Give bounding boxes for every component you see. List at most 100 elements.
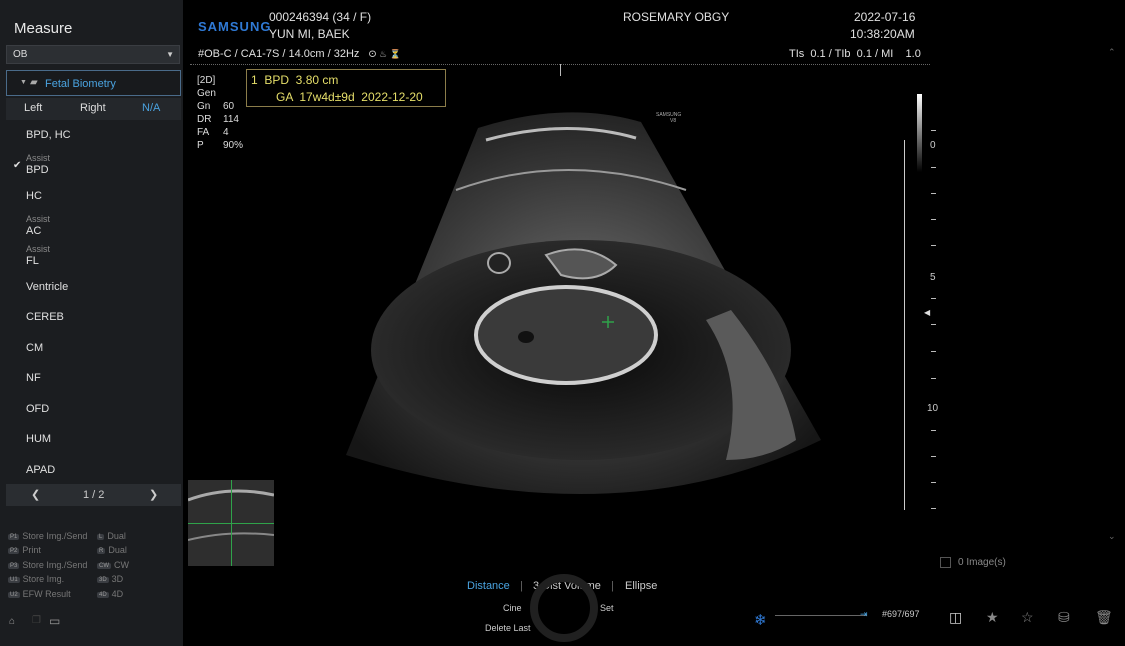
- measure-item-ofd[interactable]: OFD: [26, 403, 49, 415]
- pager: ❮ 1 / 2 ❯: [6, 484, 181, 506]
- fetal-head: [474, 285, 658, 385]
- trash-icon[interactable]: 🗑: [1095, 609, 1113, 626]
- tool-ellipse[interactable]: Ellipse: [625, 580, 657, 592]
- measure-item-hc[interactable]: HC: [26, 190, 42, 202]
- assist-label: Assist: [26, 153, 51, 163]
- institution-name: ROSEMARY OBGY: [623, 10, 730, 24]
- depth-label: 5: [930, 272, 936, 283]
- patient-id: 000246394 (34 / F): [269, 10, 372, 24]
- tool-distance[interactable]: Distance: [467, 580, 510, 592]
- measure-item-bpd-hc[interactable]: BPD, HC: [26, 129, 71, 141]
- patient-name: YUN MI, BAEK: [269, 27, 350, 41]
- side-selector: Left Right N/A: [6, 98, 181, 120]
- panel-title: Measure: [14, 20, 73, 37]
- depth-tick: [931, 167, 936, 168]
- folder-icon: ▰: [30, 77, 38, 88]
- measure-panel: Measure OB ▼ ▼ ▰ Fetal Biometry Left Rig…: [0, 0, 183, 646]
- cine-progress-bar[interactable]: [775, 615, 867, 616]
- depth-tick: [931, 324, 936, 325]
- key-l: L Dual: [97, 531, 126, 541]
- tool-separator: |: [520, 580, 523, 592]
- measure-item-cm[interactable]: CM: [26, 342, 43, 354]
- depth-label: 0: [930, 140, 936, 151]
- key-3d: 3D 3D: [97, 574, 124, 584]
- trackball-indicator: [530, 574, 598, 642]
- key-u1: U1 Store Img.: [8, 574, 65, 584]
- collapse-up-icon[interactable]: ⌃: [1108, 47, 1116, 58]
- measure-item-apad[interactable]: APAD: [26, 464, 55, 476]
- measure-item-ventricle[interactable]: Ventricle: [26, 281, 68, 293]
- key-cw: CW CW: [97, 560, 129, 570]
- category-label: Fetal Biometry: [45, 78, 116, 90]
- category-fetal-biometry[interactable]: ▼ ▰ Fetal Biometry: [6, 70, 181, 96]
- measure-item-fl[interactable]: FL: [26, 255, 39, 267]
- side-right-button[interactable]: Right: [80, 102, 106, 114]
- preset-text: #OB-C / CA1-7S / 14.0cm / 32Hz: [198, 48, 360, 60]
- chevron-down-icon: ▼: [166, 50, 174, 59]
- collapse-down-icon[interactable]: ⌄: [1108, 531, 1116, 542]
- frame-counter: #697/697: [882, 609, 920, 619]
- focus-marker-icon[interactable]: ◀: [924, 308, 930, 317]
- measure-item-bpd[interactable]: BPD: [26, 164, 49, 176]
- key-p2: P2 Print: [8, 545, 41, 555]
- star-list-icon[interactable]: ☆: [1021, 609, 1034, 626]
- measure-item-nf[interactable]: NF: [26, 372, 41, 384]
- side-na-button[interactable]: N/A: [142, 102, 160, 114]
- monitor-icon[interactable]: ▭: [49, 614, 60, 628]
- star-icon[interactable]: ★: [986, 609, 999, 626]
- key-r: R Dual: [97, 545, 127, 555]
- depth-tick: [931, 298, 936, 299]
- status-icons: ⵙ ♨ ⏳: [368, 49, 401, 59]
- thumbnail-crosshair-horizontal: [188, 523, 274, 524]
- dual-layout-icon[interactable]: ◫: [949, 609, 962, 626]
- trackball-set-label[interactable]: Set: [600, 603, 614, 613]
- key-p1: P1 Store Img./Send: [8, 531, 88, 541]
- depth-tick: [931, 219, 936, 220]
- depth-label: 10: [927, 403, 939, 414]
- fetal-limb: [487, 252, 511, 274]
- depth-tick: [931, 130, 936, 131]
- depth-tick: [931, 245, 936, 246]
- image-select-checkbox[interactable]: [940, 557, 951, 568]
- depth-tick: [931, 351, 936, 352]
- thermal-indices: TIs 0.1 / TIb 0.1 / MI 1.0: [789, 48, 921, 60]
- page-indicator: 1 / 2: [83, 489, 105, 501]
- trackball-cine-label[interactable]: Cine: [503, 603, 522, 613]
- chevron-left-icon[interactable]: ❮: [31, 488, 40, 501]
- application-select-value: OB: [13, 49, 28, 60]
- depth-tick: [931, 193, 936, 194]
- depth-tick: [931, 482, 936, 483]
- cine-end-icon: ⇥: [860, 609, 868, 619]
- image-count: 0 Image(s): [958, 557, 1006, 568]
- freeze-snowflake-icon[interactable]: ❄: [754, 611, 767, 629]
- brand-logo: SAMSUNG: [198, 19, 272, 34]
- depth-tick: [931, 508, 936, 509]
- probe-orientation-marker: [560, 64, 561, 76]
- key-4d: 4D 4D: [97, 589, 124, 599]
- reference-thumbnail[interactable]: [188, 480, 274, 566]
- trackball-delete-last-label[interactable]: Delete Last: [485, 623, 531, 633]
- ultrasound-image[interactable]: SAMSUNG V8: [186, 80, 916, 540]
- measure-item-cereb[interactable]: CEREB: [26, 311, 64, 323]
- fetal-structure: [518, 331, 534, 343]
- measure-item-hum[interactable]: HUM: [26, 433, 51, 445]
- duplicate-icon: ❐: [32, 615, 41, 626]
- application-select[interactable]: OB ▼: [6, 45, 180, 64]
- exam-time: 10:38:20AM: [850, 27, 915, 41]
- expand-triangle-icon: ▼: [20, 79, 27, 86]
- preset-info: #OB-C / CA1-7S / 14.0cm / 32Hz ⵙ ♨ ⏳: [198, 48, 401, 60]
- key-u2: U2 EFW Result: [8, 589, 71, 599]
- depth-tick: [931, 456, 936, 457]
- side-left-button[interactable]: Left: [24, 102, 42, 114]
- measure-item-ac[interactable]: AC: [26, 225, 41, 237]
- assist-label: Assist: [26, 214, 51, 224]
- home-icon[interactable]: ⌂: [9, 616, 15, 627]
- exam-date: 2022-07-16: [854, 10, 916, 24]
- assist-label: Assist: [26, 244, 51, 254]
- chevron-right-icon[interactable]: ❯: [149, 488, 158, 501]
- depth-tick: [931, 378, 936, 379]
- archive-icon[interactable]: ⛁: [1058, 609, 1070, 626]
- depth-tick: [931, 430, 936, 431]
- key-p3: P3 Store Img./Send: [8, 560, 88, 570]
- tgc-curve: [904, 140, 905, 510]
